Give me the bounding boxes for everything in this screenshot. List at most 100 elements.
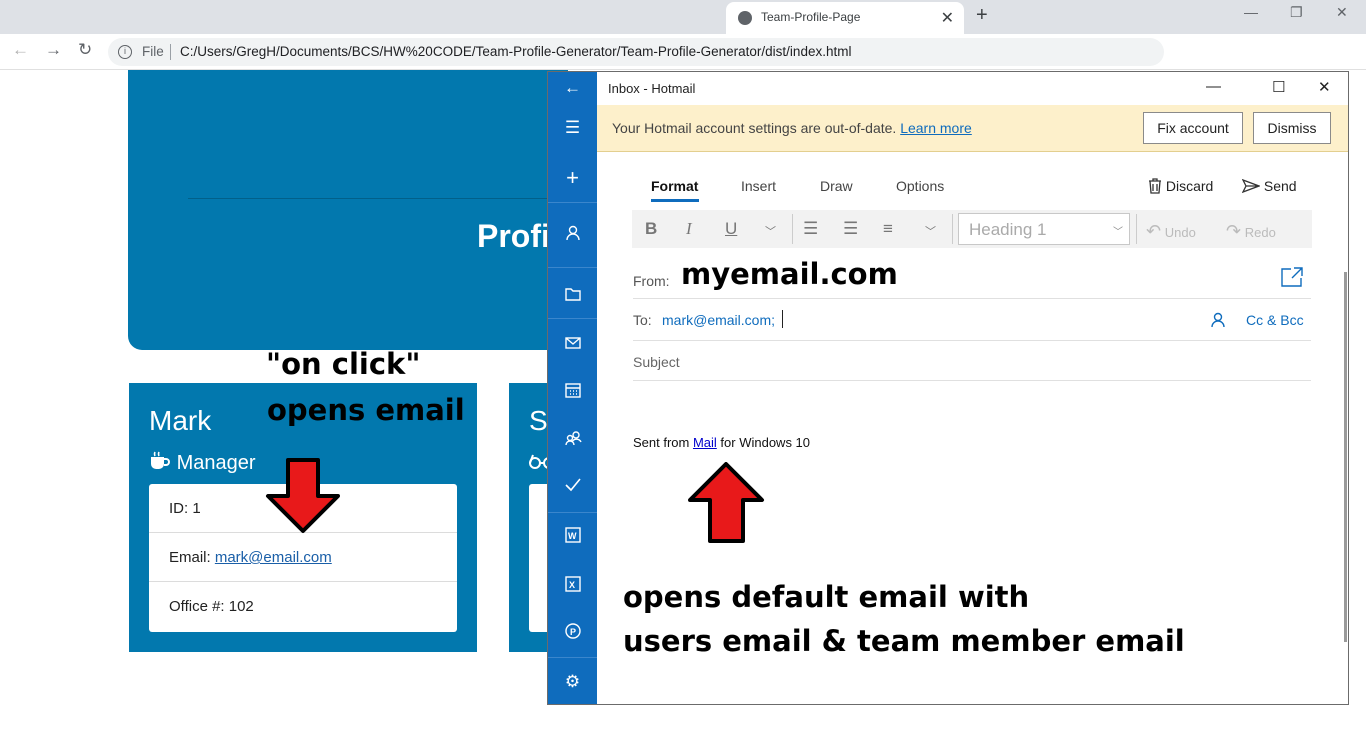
url-text[interactable]: C:/Users/GregH/Documents/BCS/HW%20CODE/T… bbox=[180, 44, 851, 59]
mail-maximize-button[interactable]: ☐ bbox=[1272, 78, 1285, 96]
close-window-button[interactable]: ✕ bbox=[1336, 4, 1348, 21]
undo-label: Undo bbox=[1164, 225, 1196, 240]
field-divider bbox=[633, 340, 1311, 341]
word-icon[interactable]: W bbox=[548, 527, 597, 548]
undo-button[interactable]: ↶ Undo bbox=[1146, 221, 1196, 242]
align-left-icon[interactable]: ≡ bbox=[883, 219, 893, 239]
bullet-list-icon[interactable]: ☰ bbox=[803, 219, 818, 239]
new-mail-icon[interactable]: + bbox=[548, 165, 597, 191]
account-icon[interactable] bbox=[548, 225, 597, 246]
mail-minimize-button[interactable]: — bbox=[1206, 78, 1221, 95]
undo-icon: ↶ bbox=[1146, 221, 1162, 241]
subject-input[interactable]: Subject bbox=[633, 354, 680, 370]
field-divider bbox=[633, 298, 1311, 299]
contact-picker-icon[interactable] bbox=[1210, 312, 1226, 328]
reload-button[interactable]: ↻ bbox=[78, 40, 92, 60]
active-tab-indicator bbox=[651, 199, 699, 202]
back-arrow-icon[interactable]: ← bbox=[548, 78, 597, 98]
info-icon[interactable]: i bbox=[118, 45, 132, 59]
annotation-opens-email: opens email bbox=[267, 393, 465, 427]
redo-button[interactable]: ↷ Redo bbox=[1226, 221, 1276, 242]
email-label: Email: bbox=[169, 549, 215, 566]
tab-options[interactable]: Options bbox=[896, 178, 944, 194]
toolbar-divider bbox=[952, 214, 953, 244]
restore-button[interactable]: ❐ bbox=[1290, 4, 1303, 21]
toolbar-divider bbox=[1136, 214, 1137, 244]
dismiss-button[interactable]: Dismiss bbox=[1253, 112, 1331, 144]
mail-icon[interactable] bbox=[548, 334, 597, 354]
role-label: Manager bbox=[176, 452, 256, 474]
learn-more-link[interactable]: Learn more bbox=[900, 120, 972, 136]
file-label: File bbox=[142, 44, 164, 59]
numbered-list-icon[interactable]: ☰ bbox=[843, 219, 858, 239]
from-value: myemail.com bbox=[681, 257, 898, 291]
signature-prefix: Sent from bbox=[633, 435, 693, 450]
fix-account-button[interactable]: Fix account bbox=[1143, 112, 1243, 144]
rail-divider bbox=[548, 202, 597, 203]
address-bar[interactable]: i File C:/Users/GregH/Documents/BCS/HW%2… bbox=[108, 38, 1164, 66]
redo-label: Redo bbox=[1244, 225, 1276, 240]
trash-icon bbox=[1149, 178, 1161, 194]
up-arrow-annotation-icon bbox=[688, 462, 764, 543]
list-item-office: Office #: 102 bbox=[169, 598, 254, 615]
send-button[interactable]: Send bbox=[1241, 178, 1297, 194]
annotation-caption-line2: users email & team member email bbox=[623, 624, 1185, 658]
cc-bcc-button[interactable]: Cc & Bcc bbox=[1246, 312, 1304, 328]
chevron-down-icon[interactable]: ﹀ bbox=[765, 223, 776, 239]
to-recipient[interactable]: mark@email.com; bbox=[662, 312, 775, 328]
notice-text: Your Hotmail account settings are out-of… bbox=[612, 120, 901, 136]
email-link[interactable]: mark@email.com bbox=[215, 549, 332, 566]
tab-draw[interactable]: Draw bbox=[820, 178, 853, 194]
browser-tab-strip bbox=[0, 0, 1366, 34]
tab-close-icon[interactable]: ✕ bbox=[941, 8, 954, 28]
mail-close-button[interactable]: ✕ bbox=[1318, 78, 1331, 96]
calendar-icon[interactable] bbox=[548, 382, 597, 403]
popout-icon[interactable] bbox=[1281, 267, 1303, 287]
globe-icon bbox=[738, 11, 752, 25]
rail-divider bbox=[548, 267, 597, 268]
underline-button[interactable]: U bbox=[725, 219, 737, 239]
address-divider bbox=[170, 44, 171, 60]
powerpoint-icon[interactable]: P bbox=[548, 623, 597, 644]
scrollbar[interactable] bbox=[1344, 272, 1347, 642]
employee-role: Manager bbox=[149, 451, 256, 475]
folder-icon[interactable] bbox=[548, 286, 597, 306]
text-cursor bbox=[782, 310, 783, 328]
page-header-banner: Profil bbox=[128, 70, 568, 350]
email-signature: Sent from Mail for Windows 10 bbox=[633, 435, 810, 450]
italic-button[interactable]: I bbox=[686, 219, 692, 239]
excel-icon[interactable]: X bbox=[548, 576, 597, 597]
paragraph-style-dropdown[interactable]: Heading 1 ﹀ bbox=[958, 213, 1130, 245]
browser-tab[interactable]: Team-Profile-Page ✕ bbox=[726, 2, 964, 34]
back-button[interactable]: ← bbox=[12, 40, 29, 60]
tab-title: Team-Profile-Page bbox=[761, 10, 861, 24]
to-label: To: bbox=[633, 312, 652, 328]
redo-icon: ↷ bbox=[1226, 221, 1242, 241]
tab-insert[interactable]: Insert bbox=[741, 178, 776, 194]
forward-button[interactable]: → bbox=[45, 40, 62, 60]
tab-format[interactable]: Format bbox=[651, 178, 698, 194]
new-tab-button[interactable]: + bbox=[976, 4, 988, 27]
rail-divider bbox=[548, 512, 597, 513]
todo-check-icon[interactable] bbox=[548, 477, 597, 497]
settings-gear-icon[interactable]: ⚙ bbox=[548, 672, 597, 692]
paragraph-style-value: Heading 1 bbox=[969, 220, 1047, 239]
svg-text:X: X bbox=[569, 580, 575, 590]
account-notice-bar: Your Hotmail account settings are out-of… bbox=[597, 105, 1348, 152]
annotation-on-click: "on click" bbox=[266, 347, 421, 381]
people-icon[interactable] bbox=[548, 430, 597, 451]
from-label: From: bbox=[633, 273, 670, 289]
annotation-caption-line1: opens default email with bbox=[623, 580, 1030, 614]
mail-window-title: Inbox - Hotmail bbox=[608, 81, 696, 96]
minimize-button[interactable]: — bbox=[1244, 4, 1258, 20]
discard-button[interactable]: Discard bbox=[1148, 178, 1213, 194]
mail-nav-rail: ← ☰ + W X P ⚙ bbox=[548, 72, 597, 704]
hamburger-menu-icon[interactable]: ☰ bbox=[548, 118, 597, 138]
mail-app-link[interactable]: Mail bbox=[693, 435, 717, 450]
bold-button[interactable]: B bbox=[645, 219, 657, 239]
send-label: Send bbox=[1263, 178, 1297, 194]
banner-divider bbox=[188, 198, 568, 199]
chevron-down-icon[interactable]: ﹀ bbox=[925, 223, 936, 239]
list-item-email: Email: mark@email.com bbox=[149, 533, 457, 582]
chevron-down-icon: ﹀ bbox=[1113, 227, 1123, 238]
